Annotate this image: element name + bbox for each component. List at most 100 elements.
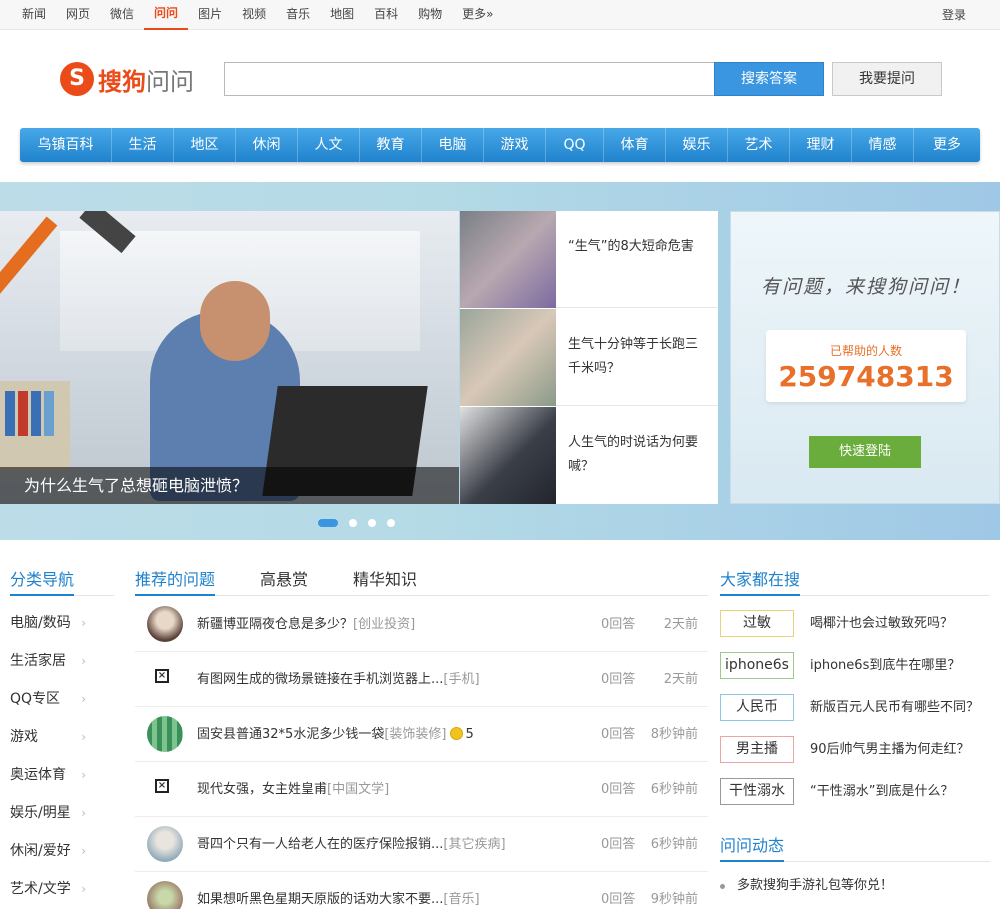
question-tag[interactable]: [手机] <box>443 672 479 687</box>
tab-recommended[interactable]: 推荐的问题 <box>135 566 216 596</box>
carousel-dot[interactable] <box>318 519 338 527</box>
hot-keyword-button[interactable]: 干性溺水 <box>720 778 794 805</box>
top-nav-music[interactable]: 音乐 <box>276 0 320 30</box>
category-nav-item[interactable]: 电脑/数码 › <box>10 604 114 642</box>
carousel-dot[interactable] <box>387 519 395 527</box>
hot-search-text[interactable]: 喝椰汁也会过敏致死吗？ <box>810 610 953 637</box>
question-time: 2天前 <box>663 617 698 632</box>
hot-keyword-button[interactable]: iphone6s <box>720 652 794 679</box>
search-answers-button[interactable]: 搜索答案 <box>714 62 824 96</box>
category-education[interactable]: 教育 <box>360 128 422 162</box>
top-nav-web[interactable]: 网页 <box>56 0 100 30</box>
hot-search-item[interactable]: 人民币 新版百元人民币有哪些不同？ <box>720 694 990 736</box>
promo-slogan: 有问题，来搜狗问问！ <box>760 276 971 298</box>
binder-shelf-image <box>0 381 70 471</box>
hot-search-text[interactable]: “干性溺水”到底是什么？ <box>810 778 953 805</box>
top-nav-links: 新闻 网页 微信 问问 图片 视频 音乐 地图 百科 购物 更多» <box>12 0 504 30</box>
carousel-indicators <box>318 518 406 528</box>
question-row[interactable]: × 有图网生成的微场景链接在手机浏览器上...[手机] 0回答 2天前 <box>135 652 708 707</box>
category-wuzhen-baike[interactable]: 乌镇百科 <box>20 128 112 162</box>
category-more[interactable]: 更多 <box>914 128 980 162</box>
question-row[interactable]: 哥四个只有一人给老人在的医疗保险报销...[其它疾病] 0回答 6秒钟前 <box>135 817 708 872</box>
question-title[interactable]: 如果想听黑色星期天原版的话劝大家不要...[音乐] <box>197 872 480 909</box>
category-games[interactable]: 游戏 <box>484 128 546 162</box>
top-nav-images[interactable]: 图片 <box>188 0 232 30</box>
question-row[interactable]: 如果想听黑色星期天原版的话劝大家不要...[音乐] 0回答 9秒钟前 <box>135 872 708 909</box>
category-nav-item[interactable]: 游戏 › <box>10 718 114 756</box>
top-nav-news[interactable]: 新闻 <box>12 0 56 30</box>
top-nav-weixin[interactable]: 微信 <box>100 0 144 30</box>
hero-slide[interactable]: 为什么生气了总想砸电脑泄愤？ <box>0 211 459 504</box>
question-title[interactable]: 新疆博亚隔夜仓息是多少？[创业投资] <box>197 597 415 652</box>
question-title[interactable]: 现代女强，女主姓皇甫[中国文学] <box>197 762 389 817</box>
category-art[interactable]: 艺术 <box>728 128 790 162</box>
category-nav-item[interactable]: 艺术/文学 › <box>10 870 114 908</box>
sogou-wenwen-logo[interactable]: S 搜狗 问问 <box>60 59 194 99</box>
banner-thumb-item[interactable]: “生气”的8大短命危害 <box>460 211 718 308</box>
category-nav-header: 分类导航 <box>10 566 114 596</box>
wenwen-news-item[interactable]: 多款搜狗手游礼包等你兑！ <box>720 868 990 904</box>
top-nav-video[interactable]: 视频 <box>232 0 276 30</box>
category-navigation: 分类导航 电脑/数码 › 生活家居 › QQ专区 › 游戏 › 奥运体育 › 娱乐/明星 ›… <box>10 566 114 908</box>
question-tag[interactable]: [中国文学] <box>327 782 389 797</box>
category-nav-item[interactable]: 生活家居 › <box>10 642 114 680</box>
hot-search-text[interactable]: 新版百元人民币有哪些不同？ <box>810 694 979 721</box>
hot-search-text[interactable]: 90后帅气男主播为何走红？ <box>810 736 970 763</box>
top-nav-map[interactable]: 地图 <box>320 0 364 30</box>
category-humanities[interactable]: 人文 <box>298 128 360 162</box>
category-sports[interactable]: 体育 <box>604 128 666 162</box>
tab-featured-knowledge[interactable]: 精华知识 <box>353 566 417 596</box>
search-input[interactable] <box>225 63 716 95</box>
hot-search-item[interactable]: 干性溺水 “干性溺水”到底是什么？ <box>720 778 990 820</box>
question-row[interactable]: 新疆博亚隔夜仓息是多少？[创业投资] 0回答 2天前 <box>135 597 708 652</box>
top-nav-wenwen[interactable]: 问问 <box>144 0 189 30</box>
category-finance[interactable]: 理财 <box>790 128 852 162</box>
category-nav-item[interactable]: 娱乐/明星 › <box>10 794 114 832</box>
login-link[interactable]: 登录 <box>942 0 966 30</box>
banner-thumb-item[interactable]: 生气十分钟等于长跑三千米吗？ <box>460 309 718 406</box>
banner-thumb-title: 生气十分钟等于长跑三千米吗？ <box>568 337 699 376</box>
question-title-text: 有图网生成的微场景链接在手机浏览器上... <box>197 672 444 687</box>
top-nav-more[interactable]: 更多» <box>452 0 503 30</box>
hot-search-text[interactable]: iphone6s到底牛在哪里？ <box>810 652 960 679</box>
question-title[interactable]: 哥四个只有一人给老人在的医疗保险报销...[其它疾病] <box>197 817 506 872</box>
quick-login-button[interactable]: 快速登陆 <box>809 436 921 468</box>
hot-keyword-button[interactable]: 男主播 <box>720 736 794 763</box>
hot-search-item[interactable]: 过敏 喝椰汁也会过敏致死吗？ <box>720 610 990 652</box>
question-title-text: 新疆博亚隔夜仓息是多少？ <box>197 617 354 632</box>
category-region[interactable]: 地区 <box>174 128 236 162</box>
hot-keyword-button[interactable]: 过敏 <box>720 610 794 637</box>
category-nav-item[interactable]: 奥运体育 › <box>10 756 114 794</box>
question-tag[interactable]: [装饰装修] <box>384 727 446 742</box>
top-nav-shopping[interactable]: 购物 <box>408 0 452 30</box>
category-leisure[interactable]: 休闲 <box>236 128 298 162</box>
category-emotion[interactable]: 情感 <box>852 128 914 162</box>
helped-count-value: 259748313 <box>778 360 954 393</box>
category-entertainment[interactable]: 娱乐 <box>666 128 728 162</box>
question-title[interactable]: 有图网生成的微场景链接在手机浏览器上...[手机] <box>197 652 480 707</box>
hero-caption[interactable]: 为什么生气了总想砸电脑泄愤？ <box>0 467 459 504</box>
hot-search-item[interactable]: iphone6s iphone6s到底牛在哪里？ <box>720 652 990 694</box>
question-tag[interactable]: [音乐] <box>443 892 479 907</box>
question-tag[interactable]: [其它疾病] <box>443 837 505 852</box>
chevron-right-icon: › <box>81 882 86 896</box>
angry-man-head-image <box>200 281 270 361</box>
question-row[interactable]: × 现代女强，女主姓皇甫[中国文学] 0回答 6秒钟前 <box>135 762 708 817</box>
category-computer[interactable]: 电脑 <box>422 128 484 162</box>
category-nav-label: 生活家居 <box>10 653 66 669</box>
category-nav-item[interactable]: 休闲/爱好 › <box>10 832 114 870</box>
hot-keyword-button[interactable]: 人民币 <box>720 694 794 721</box>
category-nav-item[interactable]: QQ专区 › <box>10 680 114 718</box>
carousel-dot[interactable] <box>349 519 357 527</box>
question-title[interactable]: 固安县普通32*5水泥多少钱一袋[装饰装修] 5 <box>197 707 474 762</box>
top-nav-baike[interactable]: 百科 <box>364 0 408 30</box>
hot-search-item[interactable]: 男主播 90后帅气男主播为何走红？ <box>720 736 990 778</box>
banner-thumb-item[interactable]: 人生气的时说话为何要喊？ <box>460 407 718 504</box>
question-row[interactable]: 固安县普通32*5水泥多少钱一袋[装饰装修] 5 0回答 8秒钟前 <box>135 707 708 762</box>
carousel-dot[interactable] <box>368 519 376 527</box>
tab-high-reward[interactable]: 高悬赏 <box>260 566 308 596</box>
category-life[interactable]: 生活 <box>112 128 174 162</box>
ask-question-button[interactable]: 我要提问 <box>832 62 942 96</box>
category-qq[interactable]: QQ <box>546 128 604 162</box>
question-tag[interactable]: [创业投资] <box>353 617 415 632</box>
